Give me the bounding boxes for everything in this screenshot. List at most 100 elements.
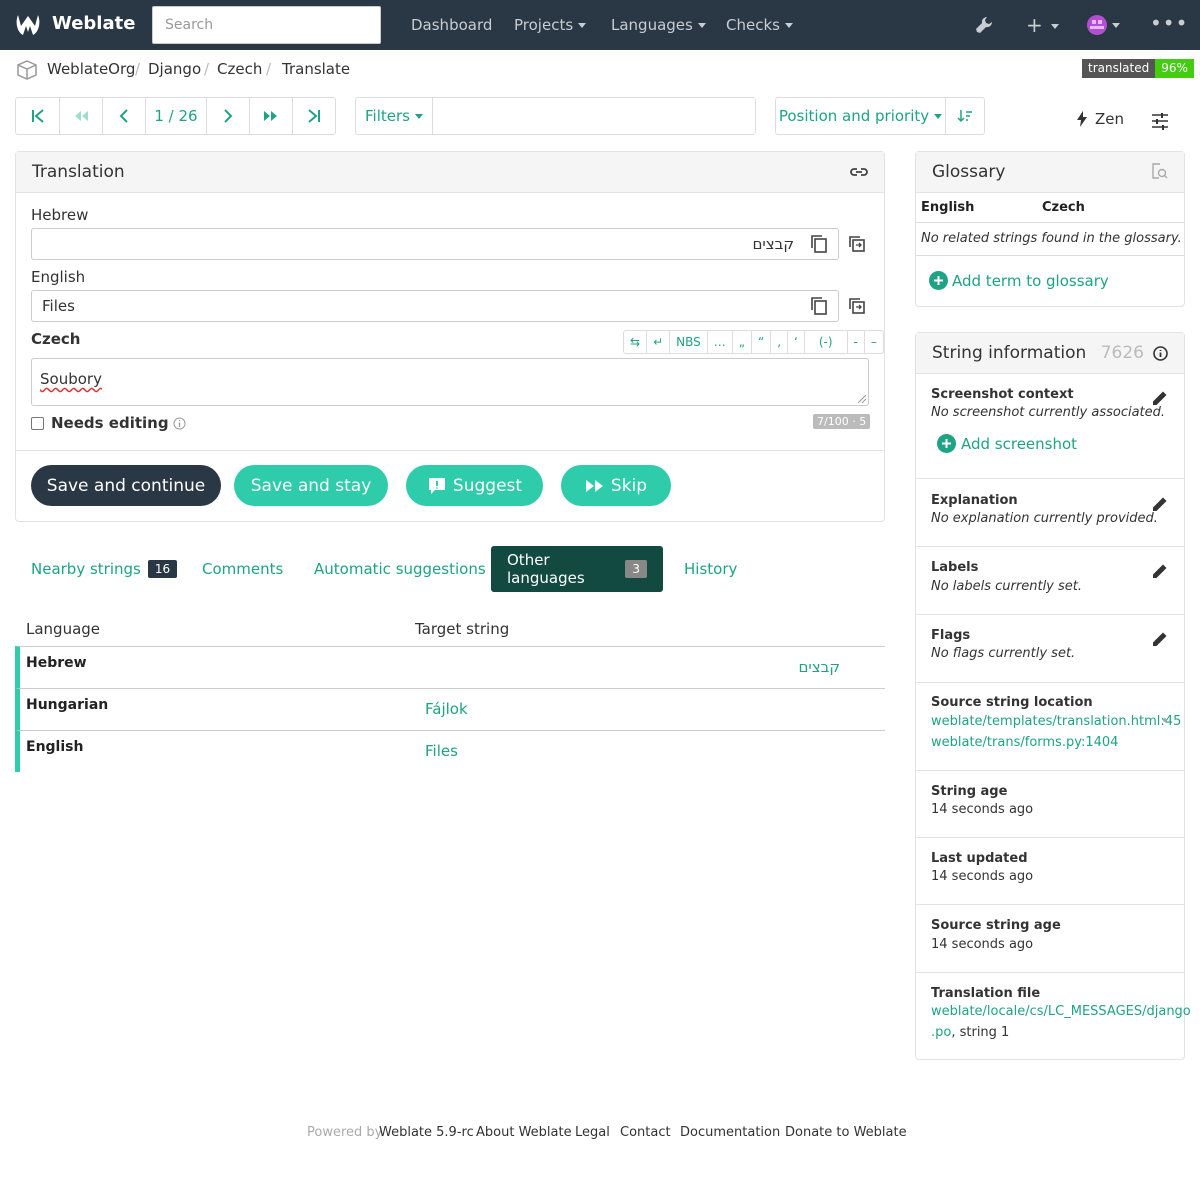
source-english-label: English <box>31 268 86 286</box>
fast-forward-icon <box>264 111 277 121</box>
tab-history[interactable]: History <box>684 546 737 592</box>
breadcrumb-project[interactable]: WeblateOrg <box>47 60 135 78</box>
link-icon[interactable] <box>850 164 868 180</box>
edit-pencil-icon[interactable] <box>1150 494 1170 514</box>
row-target-link[interactable]: קבצים <box>798 658 840 676</box>
clone-to-translation-icon[interactable] <box>847 296 867 316</box>
edit-pencil-icon[interactable] <box>1150 629 1170 649</box>
char-button-ellipsis[interactable]: … <box>708 331 733 353</box>
next-page-button[interactable] <box>250 98 293 134</box>
add-screenshot-button[interactable]: Add screenshot <box>937 434 1077 453</box>
position-indicator[interactable]: 1 / 26 <box>146 98 207 134</box>
copy-icon[interactable] <box>810 234 828 254</box>
breadcrumb-language[interactable]: Czech <box>217 60 262 78</box>
tab-nearby-strings-count: 16 <box>147 560 178 578</box>
explanation-section: Explanation No explanation currently pro… <box>916 478 1184 546</box>
search-input[interactable] <box>152 6 381 44</box>
footer-donate-link[interactable]: Donate to Weblate <box>785 1125 907 1140</box>
translation-file-link-ext[interactable]: .po <box>931 1025 951 1040</box>
next-button[interactable] <box>207 98 250 134</box>
footer-about-link[interactable]: About Weblate <box>476 1125 572 1140</box>
row-target-link[interactable]: Fájlok <box>425 700 468 718</box>
save-continue-button[interactable]: Save and continue <box>31 465 221 506</box>
char-button-tab[interactable]: ⇆ <box>624 331 648 353</box>
avatar <box>1087 15 1107 35</box>
char-button-parentheses[interactable]: (-) <box>805 331 848 353</box>
wrench-icon[interactable] <box>974 15 994 35</box>
footer-contact-link[interactable]: Contact <box>620 1125 671 1140</box>
tab-nearby-strings[interactable]: Nearby strings 16 <box>31 546 178 592</box>
sort-dropdown[interactable]: Position and priority <box>776 98 946 134</box>
char-button-nbsp[interactable]: NBS <box>670 331 708 353</box>
nav-checks[interactable]: Checks <box>726 16 793 34</box>
translation-file-link[interactable]: weblate/locale/cs/LC_MESSAGES/django <box>931 1004 1191 1019</box>
needs-editing-label[interactable]: Needs editing <box>51 414 169 432</box>
add-glossary-term-button[interactable]: Add term to glossary <box>929 271 1109 290</box>
char-button-low-quote[interactable]: „ <box>733 331 752 353</box>
info-icon[interactable] <box>173 417 186 430</box>
skip-button[interactable]: Skip <box>561 465 671 506</box>
table-row[interactable]: English Files <box>15 730 885 772</box>
row-target-link[interactable]: Files <box>425 742 458 760</box>
save-stay-button[interactable]: Save and stay <box>234 465 388 506</box>
footer-legal-link[interactable]: Legal <box>575 1125 610 1140</box>
needs-editing-checkbox[interactable] <box>31 416 44 430</box>
nav-projects[interactable]: Projects <box>514 16 587 34</box>
source-location-link[interactable]: weblate/templates/translation.html:45 <box>931 714 1181 729</box>
char-button-en-dash[interactable]: – <box>865 331 883 353</box>
weblate-logo-icon[interactable] <box>14 12 42 38</box>
translation-panel: Translation Hebrew קבצים English Files C… <box>15 151 885 522</box>
suggest-button[interactable]: Suggest <box>406 465 543 506</box>
edit-pencil-icon[interactable] <box>1150 388 1170 408</box>
table-row[interactable]: Hungarian Fájlok <box>15 688 885 730</box>
target-czech-label: Czech <box>31 330 81 348</box>
tab-automatic-suggestions[interactable]: Automatic suggestions <box>314 546 486 592</box>
footer-documentation-link[interactable]: Documentation <box>680 1125 780 1140</box>
source-location-link[interactable]: weblate/trans/forms.py:1404 <box>931 735 1118 750</box>
source-english-value: Files <box>42 297 75 315</box>
translation-textarea[interactable]: Soubory <box>31 358 869 406</box>
translated-badge[interactable]: translated 96% <box>1082 59 1194 78</box>
first-button[interactable] <box>16 98 60 134</box>
zen-button[interactable]: Zen <box>1076 110 1124 128</box>
last-icon <box>308 109 320 123</box>
char-button-high-quote[interactable]: “ <box>752 331 772 353</box>
string-id: 7626 <box>1100 343 1144 363</box>
filters-dropdown[interactable]: Filters <box>356 98 433 134</box>
add-menu[interactable]: + <box>1026 13 1059 37</box>
sort-direction-button[interactable] <box>946 98 984 134</box>
edit-pencil-icon[interactable] <box>1150 561 1170 581</box>
user-menu[interactable] <box>1087 15 1120 35</box>
previous-page-button[interactable] <box>60 98 103 134</box>
clone-to-translation-icon[interactable] <box>847 234 867 254</box>
copy-icon[interactable] <box>810 296 828 316</box>
resize-handle-icon[interactable] <box>858 395 866 403</box>
tab-other-languages[interactable]: Other languages 3 <box>491 546 663 592</box>
more-menu-icon[interactable]: ••• <box>1150 11 1188 35</box>
table-row[interactable]: Hebrew קבצים <box>15 646 885 688</box>
source-hebrew-value: קבצים <box>752 235 794 253</box>
breadcrumb-component[interactable]: Django <box>148 60 201 78</box>
glossary-empty-text: No related strings found in the glossary… <box>921 231 1182 246</box>
settings-sliders-icon[interactable] <box>1151 112 1169 130</box>
fast-forward-icon <box>585 479 603 492</box>
brand-name[interactable]: Weblate <box>52 13 135 34</box>
previous-button[interactable] <box>103 98 146 134</box>
char-button-comma-quote[interactable]: , <box>771 331 789 353</box>
char-button-single-quote[interactable]: ‘ <box>788 331 805 353</box>
char-button-hyphen[interactable]: - <box>848 331 865 353</box>
tab-other-languages-label: Other languages <box>507 551 585 587</box>
nav-dashboard[interactable]: Dashboard <box>411 16 492 34</box>
filter-query-input[interactable] <box>433 98 755 134</box>
info-circle-icon[interactable] <box>1153 346 1168 361</box>
last-updated-title: Last updated <box>931 851 1028 866</box>
glossary-search-icon[interactable] <box>1150 162 1168 180</box>
nav-languages[interactable]: Languages <box>611 16 706 34</box>
footer-version-link[interactable]: Weblate 5.9-rc <box>379 1125 474 1140</box>
last-button[interactable] <box>293 98 335 134</box>
char-button-newline[interactable]: ↵ <box>647 331 671 353</box>
source-hebrew-field: קבצים <box>31 228 839 260</box>
tab-comments[interactable]: Comments <box>202 546 283 592</box>
nav-languages-label: Languages <box>611 16 693 34</box>
flags-section: Flags No flags currently set. <box>916 614 1184 682</box>
